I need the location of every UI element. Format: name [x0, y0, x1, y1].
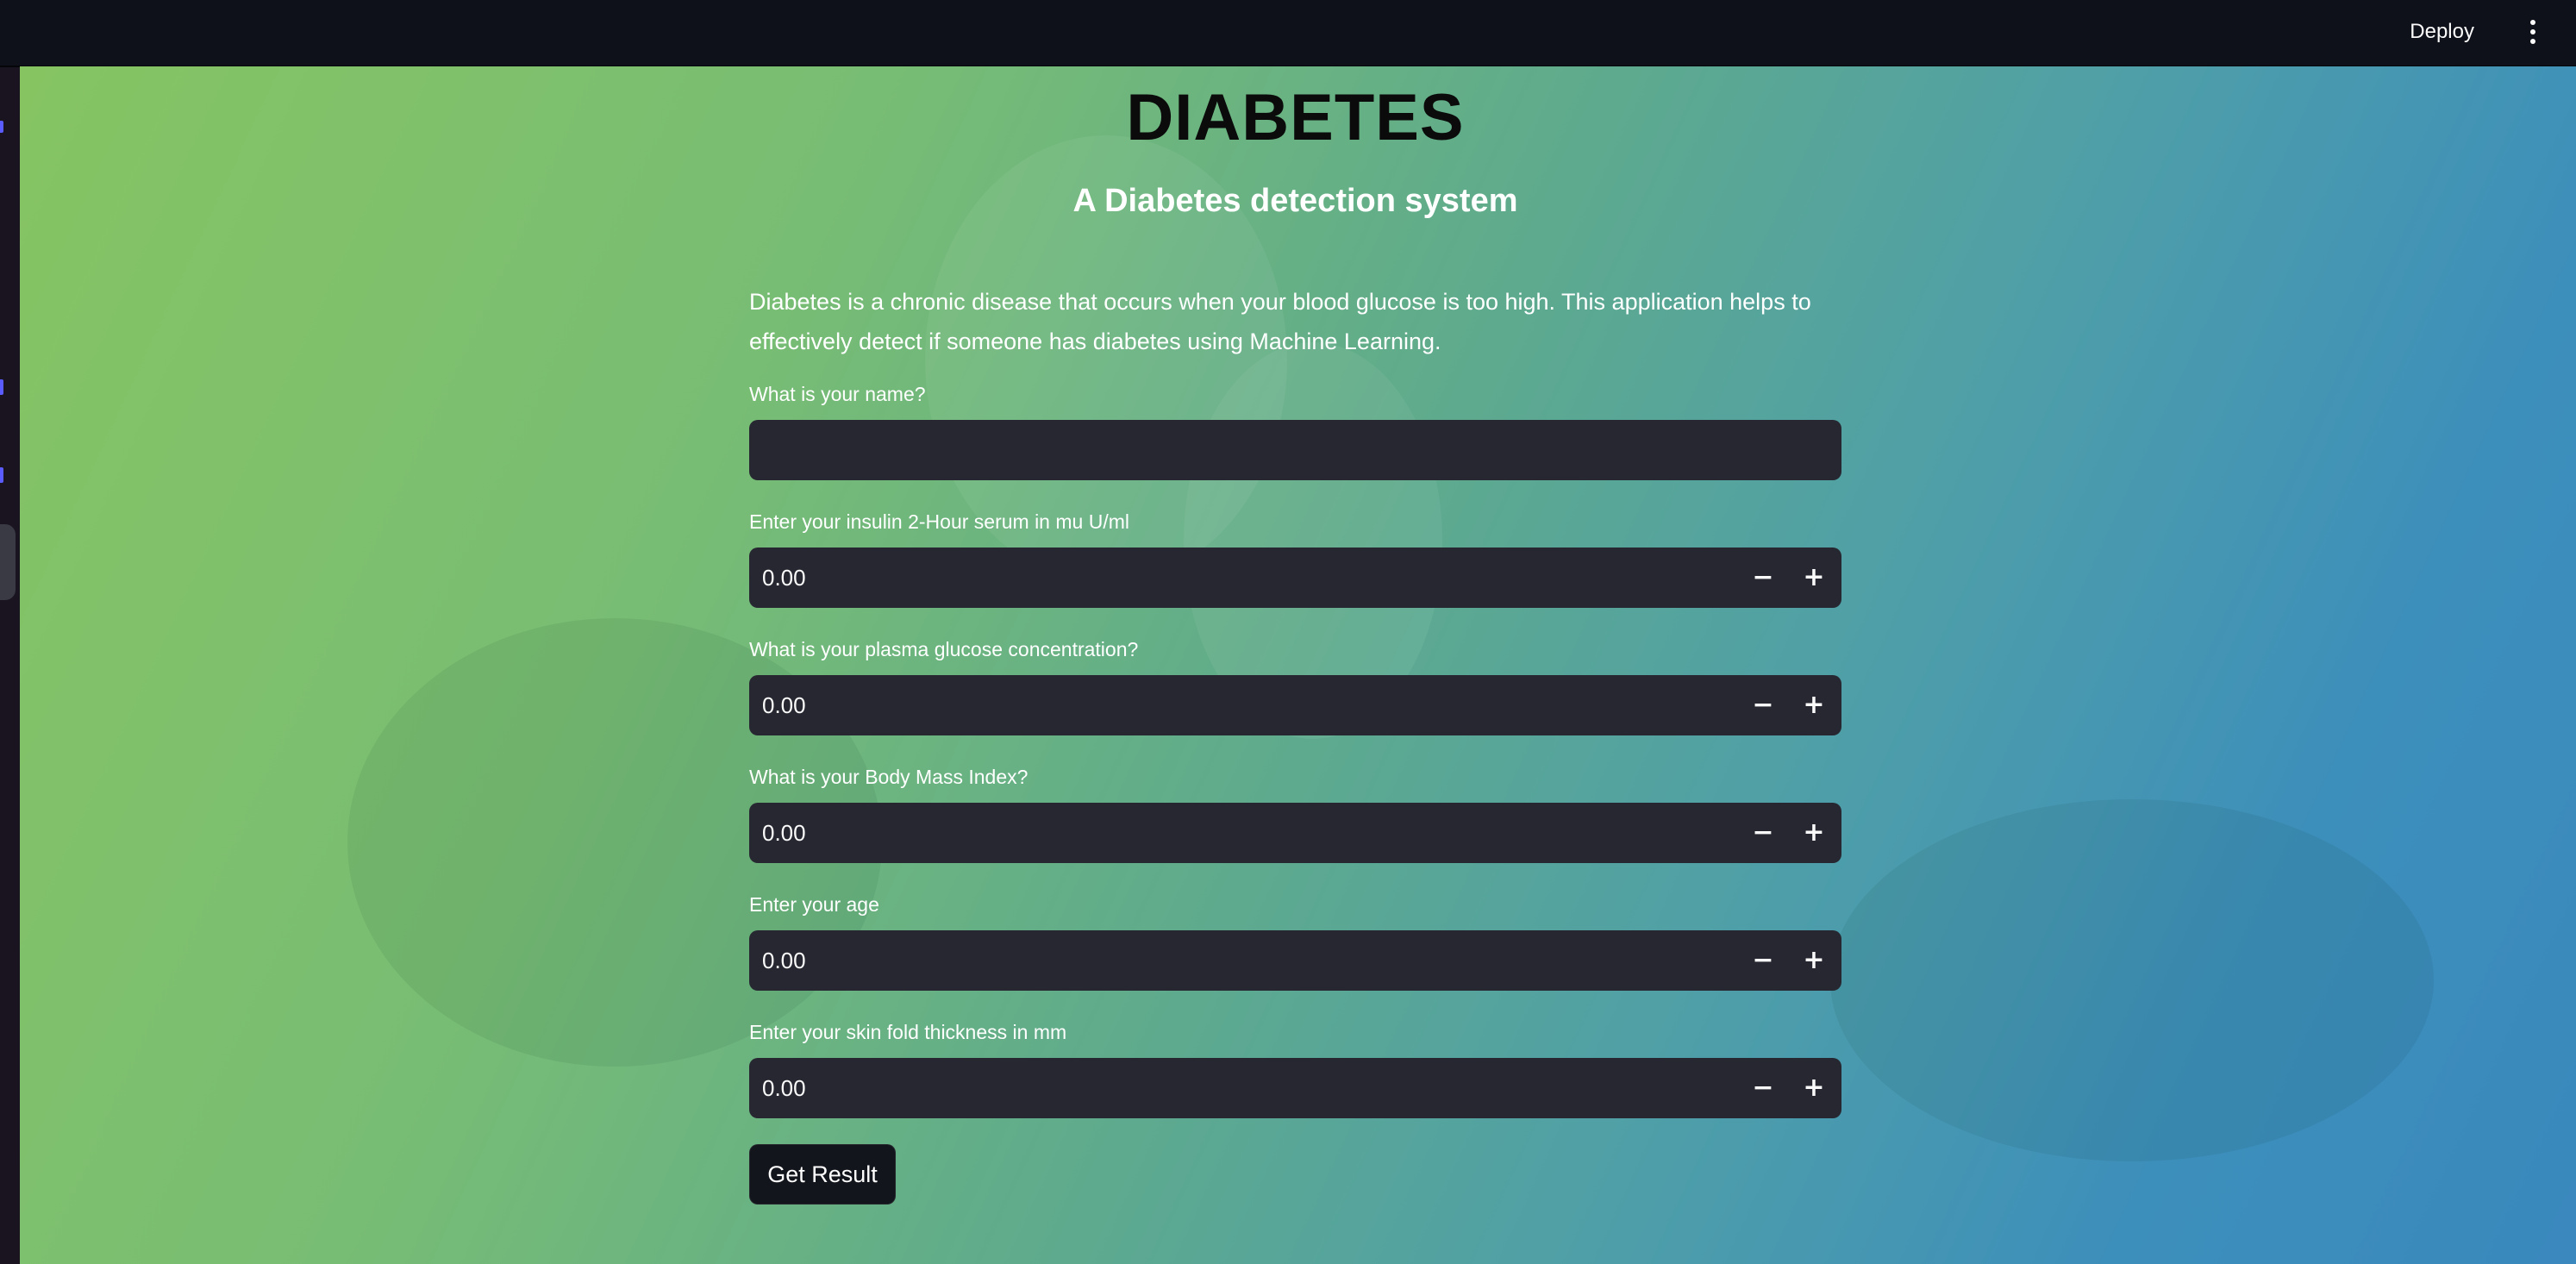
name-field-label: What is your name? — [749, 383, 926, 405]
main-content-area: DIABETES A Diabetes detection system Dia… — [20, 66, 2576, 1264]
skinfold-decrement-button[interactable]: − — [1741, 1067, 1785, 1109]
get-result-button[interactable]: Get Result — [749, 1144, 896, 1205]
age-number-input[interactable]: 0.00 − + — [749, 930, 1841, 991]
age-increment-button[interactable]: + — [1792, 940, 1835, 981]
sidebar-collapse-handle[interactable] — [0, 524, 16, 600]
edge-marker — [0, 467, 3, 483]
skinfold-value[interactable]: 0.00 — [762, 1058, 806, 1118]
vertical-ellipsis-icon[interactable] — [2523, 17, 2543, 47]
page-description: Diabetes is a chronic disease that occur… — [749, 289, 1811, 354]
age-field-label: Enter your age — [749, 893, 879, 916]
skinfold-field-label: Enter your skin fold thickness in mm — [749, 1021, 1067, 1043]
age-field-group: Enter your age 0.00 − + — [749, 891, 1841, 991]
glucose-value[interactable]: 0.00 — [762, 675, 806, 735]
age-value[interactable]: 0.00 — [762, 930, 806, 991]
bmi-value[interactable]: 0.00 — [762, 803, 806, 863]
insulin-value[interactable]: 0.00 — [762, 548, 806, 608]
insulin-field-group: Enter your insulin 2-Hour serum in mu U/… — [749, 508, 1841, 608]
insulin-decrement-button[interactable]: − — [1741, 557, 1785, 598]
left-window-edge — [0, 0, 20, 1264]
form-container: DIABETES A Diabetes detection system Dia… — [749, 66, 1841, 1205]
skinfold-increment-button[interactable]: + — [1792, 1067, 1835, 1109]
insulin-number-input[interactable]: 0.00 − + — [749, 548, 1841, 608]
insulin-field-label: Enter your insulin 2-Hour serum in mu U/… — [749, 510, 1129, 533]
glucose-decrement-button[interactable]: − — [1741, 685, 1785, 726]
bmi-decrement-button[interactable]: − — [1741, 812, 1785, 854]
glucose-number-input[interactable]: 0.00 − + — [749, 675, 1841, 735]
glucose-field-label: What is your plasma glucose concentratio… — [749, 638, 1139, 660]
skinfold-field-group: Enter your skin fold thickness in mm 0.0… — [749, 1018, 1841, 1118]
name-field-group: What is your name? — [749, 380, 1841, 480]
glucose-field-group: What is your plasma glucose concentratio… — [749, 635, 1841, 735]
bmi-increment-button[interactable]: + — [1792, 812, 1835, 854]
bmi-field-label: What is your Body Mass Index? — [749, 766, 1029, 788]
page-title: DIABETES — [1126, 81, 1465, 154]
background-decoration — [1830, 799, 2434, 1161]
bmi-number-input[interactable]: 0.00 − + — [749, 803, 1841, 863]
page-subtitle: A Diabetes detection system — [1072, 183, 1518, 219]
bmi-field-group: What is your Body Mass Index? 0.00 − + — [749, 763, 1841, 863]
age-decrement-button[interactable]: − — [1741, 940, 1785, 981]
edge-marker — [0, 121, 3, 133]
skinfold-number-input[interactable]: 0.00 − + — [749, 1058, 1841, 1118]
name-input[interactable] — [749, 420, 1841, 480]
deploy-button[interactable]: Deploy — [2410, 17, 2474, 47]
insulin-increment-button[interactable]: + — [1792, 557, 1835, 598]
edge-marker — [0, 379, 3, 395]
app-header: Deploy — [0, 0, 2576, 67]
glucose-increment-button[interactable]: + — [1792, 685, 1835, 726]
